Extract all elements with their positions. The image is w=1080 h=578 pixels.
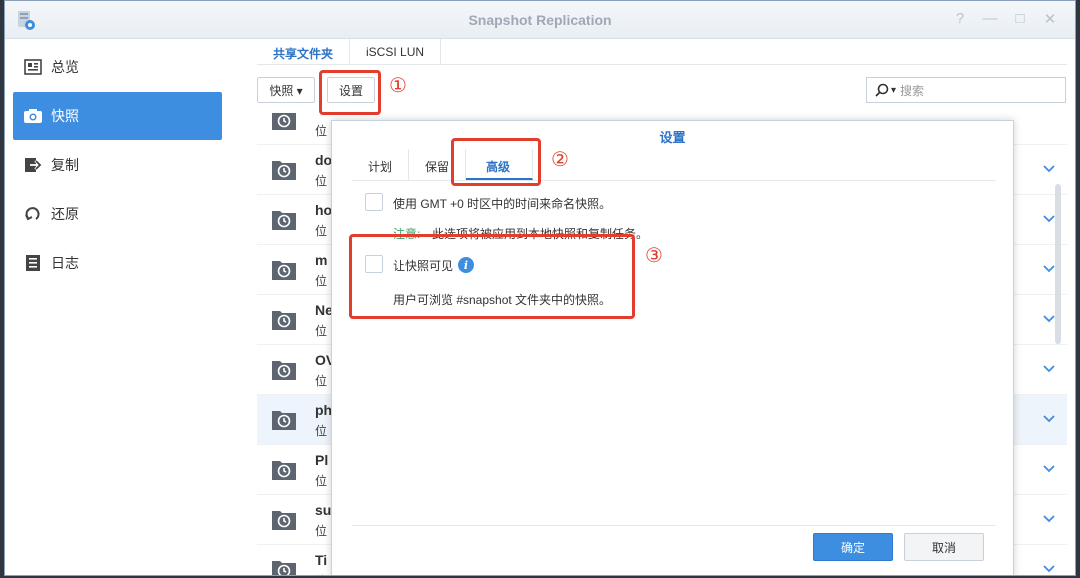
search-icon xyxy=(875,83,889,97)
help-icon[interactable]: ? xyxy=(951,10,969,27)
sidebar-item-label: 日志 xyxy=(51,255,79,271)
chevron-down-icon[interactable] xyxy=(1041,410,1057,426)
dialog-title: 设置 xyxy=(659,130,686,145)
camera-icon xyxy=(23,106,43,126)
chevron-down-icon[interactable] xyxy=(1041,160,1057,176)
sidebar-item-replication[interactable]: 复制 xyxy=(13,141,222,189)
dialog-tabs: 计划 保留 高级 xyxy=(352,149,996,181)
folder-name: Ti xyxy=(315,552,328,568)
tab-iscsi-lun[interactable]: iSCSI LUN xyxy=(350,39,442,64)
app-window: Snapshot Replication ? — □ ✕ 总览 快照 复制 还原… xyxy=(4,0,1076,576)
folder-location: 位 xyxy=(315,374,328,388)
cancel-button[interactable]: 取消 xyxy=(904,533,984,561)
search-box[interactable]: ▾ 搜索 xyxy=(866,77,1066,103)
annotation-box-3 xyxy=(349,234,635,319)
sidebar-item-label: 还原 xyxy=(51,206,79,222)
sidebar-item-label: 总览 xyxy=(51,59,79,75)
main-tabs: 共享文件夹 iSCSI LUN xyxy=(257,39,1067,65)
folder-name: su xyxy=(315,502,332,518)
snapshot-folder-icon xyxy=(272,361,296,380)
folder-name: do xyxy=(315,152,333,168)
sidebar-item-restore[interactable]: 还原 xyxy=(13,190,222,238)
folder-location: 位 xyxy=(315,124,328,138)
folder-location: 位 xyxy=(315,474,328,488)
annotation-marker-2: ② xyxy=(551,149,569,171)
annotation-marker-1: ① xyxy=(389,75,407,97)
folder-location: 位 xyxy=(315,424,328,438)
annotation-box-2 xyxy=(451,138,541,186)
annotation-marker-3: ③ xyxy=(645,245,663,267)
settings-dialog: 设置 计划 保留 高级 使用 GMT +0 时区中的时间来命名快照。 注意: 此… xyxy=(331,120,1014,575)
folder-location: 位 xyxy=(315,174,328,188)
tab-schedule[interactable]: 计划 xyxy=(352,149,410,180)
overview-icon xyxy=(23,57,43,77)
tab-shared-folder[interactable]: 共享文件夹 xyxy=(257,39,351,64)
chevron-down-icon[interactable] xyxy=(1041,560,1057,576)
replicate-icon xyxy=(23,155,43,175)
folder-location: 位 xyxy=(315,274,328,288)
chevron-down-icon[interactable] xyxy=(1041,510,1057,526)
title-bar: Snapshot Replication ? — □ ✕ xyxy=(5,1,1075,39)
sidebar: 总览 快照 复制 还原 日志 xyxy=(5,39,237,575)
gmt-checkbox[interactable] xyxy=(365,193,383,211)
folder-name: ph xyxy=(315,402,333,418)
snapshot-folder-icon xyxy=(272,113,296,130)
folder-location: 位 xyxy=(315,324,328,338)
annotation-box-1 xyxy=(319,70,381,115)
close-icon[interactable]: ✕ xyxy=(1041,10,1059,28)
chevron-down-icon[interactable] xyxy=(1041,460,1057,476)
folder-location: 位 xyxy=(315,224,328,238)
minimize-icon[interactable]: — xyxy=(981,10,999,27)
chevron-down-icon[interactable] xyxy=(1041,360,1057,376)
log-icon xyxy=(23,253,43,273)
snapshot-folder-icon xyxy=(272,461,296,480)
restore-icon xyxy=(23,204,43,224)
sidebar-item-log[interactable]: 日志 xyxy=(13,239,222,287)
folder-name: m xyxy=(315,252,328,268)
gmt-option-label: 使用 GMT +0 时区中的时间来命名快照。 xyxy=(393,197,612,211)
snapshot-folder-icon xyxy=(272,561,296,575)
sidebar-item-snapshot[interactable]: 快照 xyxy=(13,92,222,140)
sidebar-item-overview[interactable]: 总览 xyxy=(13,43,222,91)
snapshot-folder-icon xyxy=(272,261,296,280)
search-dropdown-caret: ▾ xyxy=(891,84,897,96)
snapshot-folder-icon xyxy=(272,211,296,230)
snapshot-folder-icon xyxy=(272,511,296,530)
sidebar-item-label: 复制 xyxy=(51,157,79,173)
sidebar-item-label: 快照 xyxy=(51,108,79,124)
folder-location: 位 xyxy=(315,524,328,538)
folder-name: ho xyxy=(315,202,333,218)
folder-name: Pl xyxy=(315,452,329,468)
dialog-footer-divider xyxy=(352,525,996,526)
search-placeholder: 搜索 xyxy=(900,83,925,98)
maximize-icon[interactable]: □ xyxy=(1011,10,1029,27)
snapshot-folder-icon xyxy=(272,311,296,330)
window-title: Snapshot Replication xyxy=(468,12,612,28)
snapshot-menu-button[interactable]: 快照 ▾ xyxy=(257,77,315,103)
snapshot-folder-icon xyxy=(272,161,296,180)
dialog-scrollbar[interactable] xyxy=(1055,184,1061,344)
ok-button[interactable]: 确定 xyxy=(813,533,893,561)
snapshot-folder-icon xyxy=(272,411,296,430)
